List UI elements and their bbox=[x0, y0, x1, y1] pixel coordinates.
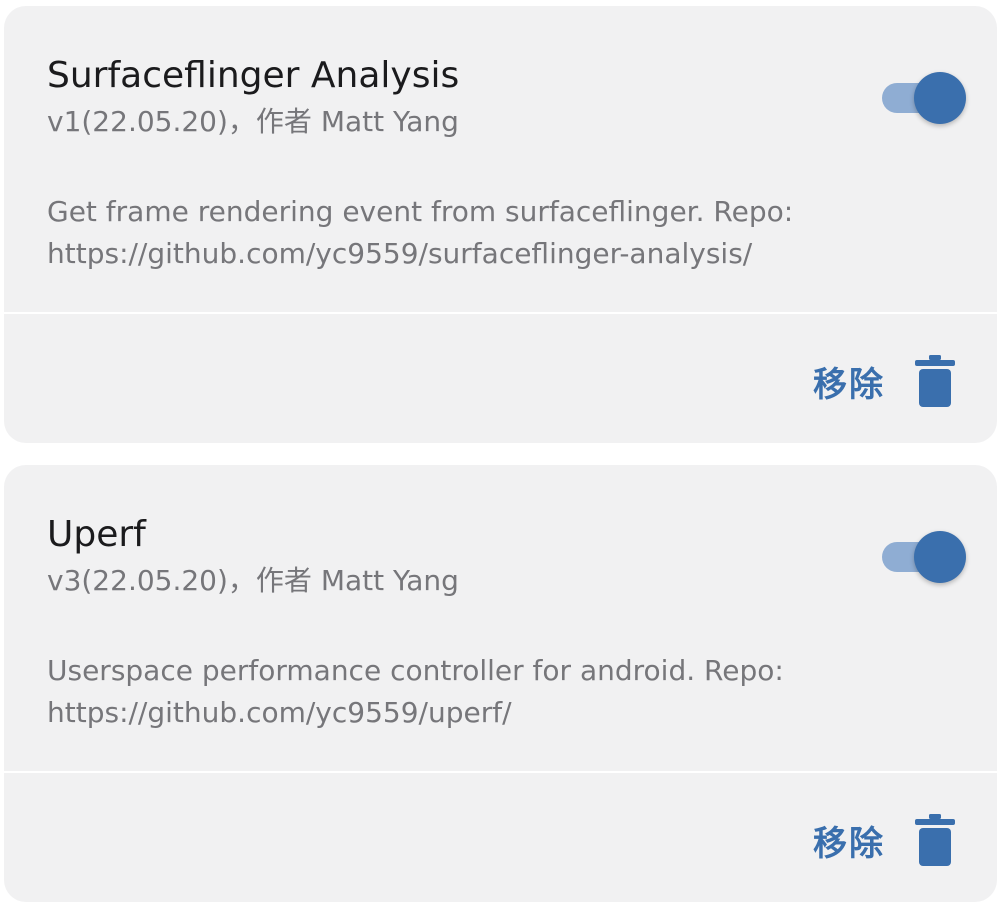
remove-button-label: 移除 bbox=[813, 823, 885, 864]
module-version-author: v1(22.05.20)，作者 Matt Yang bbox=[47, 105, 459, 138]
card-divider bbox=[4, 312, 997, 314]
module-title: Surfaceflinger Analysis bbox=[47, 55, 460, 96]
module-description: Userspace performance controller for and… bbox=[47, 654, 784, 729]
module-title: Uperf bbox=[47, 514, 146, 555]
module-version-author: v3(22.05.20)，作者 Matt Yang bbox=[47, 564, 459, 597]
toggle-thumb bbox=[914, 531, 966, 583]
module-enable-toggle[interactable] bbox=[882, 529, 970, 585]
toggle-thumb bbox=[914, 72, 966, 124]
module-card-uperf: Uperf v3(22.05.20)，作者 Matt Yang Userspac… bbox=[4, 465, 997, 902]
card-divider bbox=[4, 771, 997, 773]
module-enable-toggle[interactable] bbox=[882, 70, 970, 126]
remove-module-button[interactable]: 移除 bbox=[813, 352, 955, 410]
remove-module-button[interactable]: 移除 bbox=[813, 811, 955, 869]
remove-button-label: 移除 bbox=[813, 364, 885, 405]
trash-icon bbox=[915, 355, 955, 407]
trash-icon bbox=[915, 814, 955, 866]
module-description: Get frame rendering event from surfacefl… bbox=[47, 195, 794, 270]
module-card-surfaceflinger: Surfaceflinger Analysis v1(22.05.20)，作者 … bbox=[4, 6, 997, 443]
